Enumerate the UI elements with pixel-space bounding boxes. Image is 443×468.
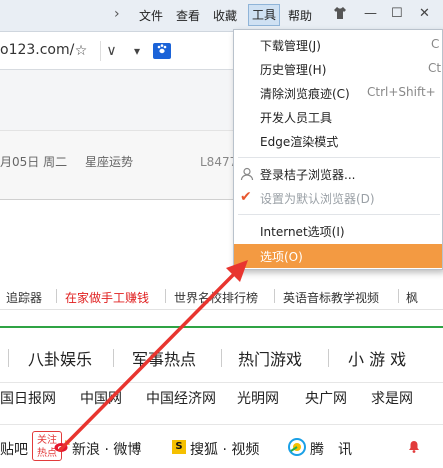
menu-item-shortcut: Ct bbox=[428, 61, 442, 75]
menu-item-label: Internet选项(I) bbox=[260, 225, 345, 239]
menu-item-label: 登录桔子浏览器... bbox=[260, 168, 356, 182]
menu-view[interactable]: 查看 bbox=[176, 7, 200, 24]
menu-help[interactable]: 帮助 bbox=[288, 7, 312, 24]
menu-item-clear-browsing-data[interactable]: 清除浏览痕迹(C) Ctrl+Shift+ bbox=[234, 81, 442, 105]
divider bbox=[165, 289, 166, 303]
menu-item-internet-options[interactable]: Internet选项(I) bbox=[234, 219, 442, 243]
site-link[interactable]: 搜狐 · 视频 bbox=[190, 439, 259, 459]
menu-item-history-manager[interactable]: 历史管理(H) Ct bbox=[234, 57, 442, 81]
tools-dropdown-menu: 下载管理(J) C 历史管理(H) Ct 清除浏览痕迹(C) Ctrl+Shif… bbox=[233, 29, 443, 270]
category-item[interactable]: 军事热点 bbox=[132, 346, 196, 370]
menu-item-label: Edge渲染模式 bbox=[260, 135, 339, 149]
menu-item-label: 清除浏览痕迹(C) bbox=[260, 87, 350, 101]
link-item[interactable]: 枫 bbox=[406, 289, 418, 306]
menu-separator bbox=[238, 157, 440, 158]
bottom-row: 贴吧 关注 热点 新浪 · 微博 S 搜狐 · 视频 腾 讯 bbox=[0, 424, 443, 468]
menu-item-label: 选项(O) bbox=[260, 250, 303, 264]
link-item[interactable]: 世界名校排行榜 bbox=[174, 289, 258, 306]
star-icon[interactable]: ☆ bbox=[70, 41, 92, 61]
site-link[interactable]: 光明网 bbox=[237, 388, 279, 408]
restore-button[interactable]: ☐ bbox=[391, 6, 403, 21]
divider bbox=[398, 289, 399, 303]
menu-item-label: 开发人员工具 bbox=[260, 111, 333, 125]
menu-item-shortcut: C bbox=[431, 37, 440, 51]
menu-item-label: 下载管理(J) bbox=[260, 39, 321, 53]
category-item[interactable]: 小 游 戏 bbox=[348, 346, 406, 370]
menu-item-shortcut: Ctrl+Shift+ bbox=[367, 85, 436, 99]
category-item[interactable]: 八卦娱乐 bbox=[28, 346, 92, 370]
site-link[interactable]: 央广网 bbox=[305, 388, 347, 408]
horoscope-link[interactable]: 星座运势 bbox=[85, 153, 133, 170]
divider bbox=[328, 349, 329, 367]
site-link[interactable]: 中国网 bbox=[80, 388, 122, 408]
menu-item-label: 历史管理(H) bbox=[260, 63, 327, 77]
shirt-icon[interactable] bbox=[333, 6, 347, 24]
menu-tools[interactable]: 工具 bbox=[248, 4, 281, 26]
date-text: 月05日 周二 bbox=[0, 155, 68, 169]
menu-item-developer-tools[interactable]: 开发人员工具 bbox=[234, 105, 442, 129]
section-divider bbox=[0, 326, 443, 328]
divider bbox=[274, 289, 275, 303]
site-link[interactable]: 新浪 · 微博 bbox=[72, 439, 141, 459]
site-link[interactable]: 中国经济网 bbox=[146, 388, 216, 408]
search-engine-icon[interactable] bbox=[153, 43, 171, 59]
tencent-icon bbox=[288, 438, 306, 456]
menu-item-label: 设置为默认浏览器(D) bbox=[260, 192, 375, 206]
menu-file[interactable]: 文件 bbox=[139, 7, 163, 24]
sohu-icon: S bbox=[172, 440, 186, 454]
minimize-button[interactable]: — bbox=[364, 6, 377, 21]
site-link[interactable]: 贴吧 bbox=[0, 439, 28, 459]
menu-item-download-manager[interactable]: 下载管理(J) C bbox=[234, 33, 442, 57]
divider bbox=[8, 349, 9, 367]
link-strip: 追踪器 在家做手工赚钱 世界名校排行榜 英语音标教学视频 枫 bbox=[0, 284, 443, 310]
site-link[interactable]: 国日报网 bbox=[0, 388, 56, 408]
link-item[interactable]: 在家做手工赚钱 bbox=[65, 289, 149, 306]
code-text: L8477 bbox=[200, 155, 238, 169]
site-row: 国日报网 中国网 中国经济网 光明网 央广网 求是网 bbox=[0, 382, 443, 410]
close-button[interactable]: ✕ bbox=[419, 6, 430, 21]
category-item[interactable]: 热门游戏 bbox=[238, 346, 302, 370]
menu-item-set-default-browser: ✔ 设置为默认浏览器(D) bbox=[234, 186, 442, 210]
chevron-down-icon[interactable]: ▾ bbox=[126, 41, 148, 61]
site-link[interactable]: 腾 讯 bbox=[310, 439, 352, 459]
notification-icon[interactable] bbox=[406, 438, 422, 454]
weibo-icon bbox=[54, 439, 70, 453]
menu-favorites[interactable]: 收藏 bbox=[213, 7, 237, 24]
menu-item-login[interactable]: 登录桔子浏览器... bbox=[234, 162, 442, 186]
link-item[interactable]: 英语音标教学视频 bbox=[283, 289, 379, 306]
menu-item-edge-render-mode[interactable]: Edge渲染模式 bbox=[234, 129, 442, 153]
checkmark-icon: ✔ bbox=[240, 189, 252, 205]
site-link[interactable]: 求是网 bbox=[371, 388, 413, 408]
divider bbox=[113, 349, 114, 367]
url-dropdown-button[interactable]: ∨ bbox=[100, 41, 122, 61]
chevron-right-icon[interactable]: › bbox=[114, 6, 120, 22]
url-input[interactable]: o123.com/ bbox=[0, 42, 74, 58]
divider bbox=[221, 349, 222, 367]
menu-item-options[interactable]: 选项(O) bbox=[234, 244, 442, 268]
category-row: 八卦娱乐 军事热点 热门游戏 小 游 戏 bbox=[0, 340, 443, 374]
divider bbox=[56, 289, 57, 303]
user-icon bbox=[240, 167, 254, 181]
menu-separator bbox=[238, 214, 440, 215]
link-item[interactable]: 追踪器 bbox=[6, 289, 42, 306]
menu-bar: › 文件 查看 收藏 工具 帮助 — ☐ ✕ bbox=[0, 0, 443, 32]
